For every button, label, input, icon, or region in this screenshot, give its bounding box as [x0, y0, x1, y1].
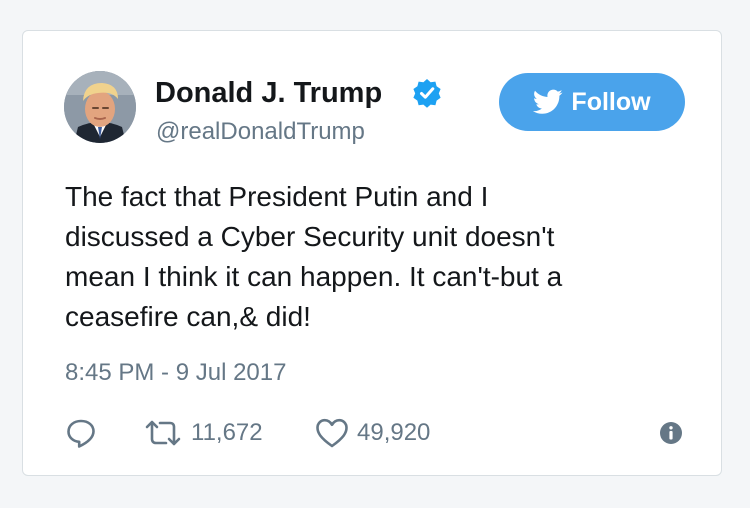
- reply-icon: [67, 419, 95, 448]
- display-name[interactable]: Donald J. Trump: [155, 75, 382, 111]
- heart-icon: [316, 418, 348, 448]
- verified-badge-icon: [413, 79, 441, 108]
- user-handle[interactable]: @realDonaldTrump: [156, 117, 365, 147]
- info-button[interactable]: [659, 415, 683, 451]
- follow-button[interactable]: Follow: [499, 73, 685, 131]
- retweet-icon: [145, 420, 181, 446]
- bird-icon: [533, 89, 563, 114]
- retweet-button[interactable]: 11,672: [143, 415, 263, 451]
- retweet-count: 11,672: [191, 419, 263, 446]
- tweet-actions: 11,672 49,920: [65, 415, 685, 451]
- reply-button[interactable]: [65, 415, 97, 451]
- avatar[interactable]: [64, 71, 136, 143]
- tweet-text: The fact that President Putin and I disc…: [65, 181, 563, 332]
- like-count: 49,920: [357, 419, 431, 446]
- follow-button-label: Follow: [571, 87, 651, 116]
- like-button[interactable]: 49,920: [315, 415, 430, 451]
- tweet-timestamp[interactable]: 8:45 PM - 9 Jul 2017: [65, 358, 286, 388]
- info-icon: [660, 422, 682, 444]
- tweet-card: Donald J. Trump @realDonaldTrump Follow …: [22, 30, 722, 476]
